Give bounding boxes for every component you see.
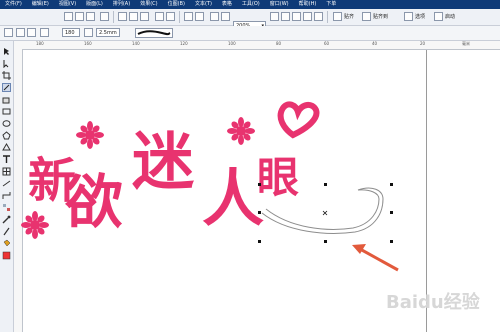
art-char-ren: 人 [202, 162, 264, 235]
flower-icon [227, 117, 255, 145]
flower-icon [76, 121, 104, 149]
watermark: Baidu经验 [386, 291, 481, 313]
annotation-arrow [359, 247, 399, 272]
art-char-yan: 眼 [257, 153, 299, 202]
flower-icon [21, 211, 49, 239]
heart-icon [277, 101, 320, 139]
art-char-yu: 欲 [64, 168, 123, 236]
artwork-layer: 新 欲 迷 人 眼 Baidu经验 [21, 101, 481, 313]
art-char-mi: 迷 [132, 125, 195, 198]
center-marker [322, 210, 328, 216]
